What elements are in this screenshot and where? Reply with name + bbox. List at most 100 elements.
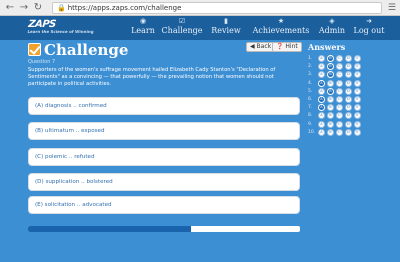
answer-choice-dot[interactable]: D <box>345 128 352 136</box>
answer-choice-dot[interactable]: D <box>345 63 352 71</box>
answer-choice-dot[interactable]: C <box>336 128 343 136</box>
address-bar[interactable]: 🔒 https://apps.zaps.com/challenge <box>52 2 382 14</box>
star-icon: ★ <box>277 17 285 25</box>
answer-choice-dot[interactable]: D <box>345 71 352 79</box>
book-icon: ▮ <box>224 17 228 25</box>
answer-choice-dot[interactable]: B <box>327 120 334 128</box>
answer-choice-dot[interactable]: A <box>318 104 325 112</box>
answer-choice-dot[interactable]: B <box>327 104 334 112</box>
answer-choice-dot[interactable]: E <box>354 112 361 120</box>
answer-choice-dot[interactable]: A <box>318 71 325 79</box>
browser-toolbar: ← → ↻ 🔒 https://apps.zaps.com/challenge ☰ <box>0 0 400 16</box>
answer-choice-dot[interactable]: E <box>354 55 361 62</box>
nav-review-label: Review <box>211 26 241 35</box>
nav-achievements-label: Achievements <box>252 26 310 35</box>
answer-choice-dot[interactable]: C <box>336 79 343 87</box>
answer-choice-dot[interactable]: D <box>345 96 352 103</box>
answer-choice-dot[interactable]: C <box>336 120 343 128</box>
answer-choice-dot[interactable]: B <box>327 55 334 62</box>
hint-button-label: Hint <box>285 43 298 50</box>
answer-choice-dot[interactable]: A <box>318 55 325 62</box>
answer-option-c[interactable]: (C) polemic .. refuted <box>28 148 300 166</box>
answer-choice-dot[interactable]: D <box>345 120 352 128</box>
answer-choice-dot[interactable]: A <box>318 96 325 103</box>
answer-choice-dot[interactable]: C <box>336 112 343 120</box>
answer-row-number: 2. <box>308 64 313 70</box>
hint-icon: ❓ <box>276 43 284 50</box>
answer-choice-dot[interactable]: B <box>327 79 334 87</box>
progress-fill <box>28 226 192 232</box>
answer-choice-dot[interactable]: D <box>345 55 352 62</box>
answer-choice-dot[interactable]: C <box>336 55 343 62</box>
answer-choice-dot[interactable]: C <box>336 63 343 71</box>
answer-choice-dot[interactable]: E <box>354 96 361 103</box>
menu-icon[interactable]: ☰ <box>388 3 396 13</box>
question-number: Question 7 <box>28 59 56 65</box>
answer-choice-dot[interactable]: A <box>318 120 325 128</box>
answer-option-d[interactable]: (D) supplication .. bolstered <box>28 173 300 191</box>
answer-choice-dot[interactable]: D <box>345 79 352 87</box>
reload-icon[interactable]: ↻ <box>32 2 44 14</box>
page-title: Challenge <box>28 41 128 59</box>
answer-choice-dot[interactable]: E <box>354 63 361 71</box>
nav-challenge-label: Challenge <box>161 26 203 35</box>
answers-title: Answers <box>308 42 346 52</box>
nav-logout-label: Log out <box>353 26 385 35</box>
hint-button[interactable]: ❓ Hint <box>272 42 302 52</box>
logo-tagline: Learn the Science of Winning <box>27 29 94 34</box>
answer-choice-dot[interactable]: E <box>354 120 361 128</box>
answer-row-number: 7. <box>308 105 313 111</box>
answer-row-number: 10. <box>308 129 316 135</box>
checkbox-icon <box>28 43 41 56</box>
answer-choice-dot[interactable]: D <box>345 87 352 95</box>
back-icon: ◀ <box>250 43 255 50</box>
nav-admin[interactable]: ◈ Admin <box>318 16 346 40</box>
lock-icon: 🔒 <box>57 4 66 12</box>
answer-choice-dot[interactable]: B <box>327 112 334 120</box>
address-bar-url: https://apps.zaps.com/challenge <box>67 4 182 12</box>
answer-choice-dot[interactable]: C <box>336 96 343 103</box>
answer-choice-dot[interactable]: E <box>354 79 361 87</box>
answer-choice-dot[interactable]: C <box>336 104 343 112</box>
answer-choice-dot[interactable]: A <box>318 87 325 95</box>
answer-choice-dot[interactable]: E <box>354 104 361 112</box>
nav-logout[interactable]: ➜ Log out <box>352 16 386 40</box>
answer-option-a[interactable]: (A) diagnosis .. confirmed <box>28 97 300 115</box>
answer-choice-dot[interactable]: A <box>318 79 325 87</box>
answer-choice-dot[interactable]: D <box>345 104 352 112</box>
nav-review[interactable]: ▮ Review <box>210 16 242 40</box>
answer-row-number: 6. <box>308 97 313 102</box>
answer-choice-dot[interactable]: B <box>327 63 334 71</box>
nav-challenge[interactable]: ☑ Challenge <box>161 16 203 40</box>
answer-choice-dot[interactable]: D <box>345 112 352 120</box>
answer-choice-dot[interactable]: E <box>354 87 361 95</box>
answer-choice-dot[interactable]: A <box>318 128 325 136</box>
answer-choice-dot[interactable]: B <box>327 128 334 136</box>
answer-choice-dot[interactable]: B <box>327 71 334 79</box>
logout-icon: ➜ <box>366 17 372 25</box>
answer-choice-dot[interactable]: A <box>318 63 325 71</box>
answer-choice-dot[interactable]: C <box>336 87 343 95</box>
answer-choice-dot[interactable]: A <box>318 112 325 120</box>
back-button[interactable]: ◀ Back <box>246 42 276 52</box>
answer-choice-dot[interactable]: E <box>354 128 361 136</box>
answer-choice-dot[interactable]: B <box>327 96 334 103</box>
answer-choice-dot[interactable]: C <box>336 71 343 79</box>
zaps-logo[interactable]: ZAPS Learn the Science of Winning <box>27 19 95 34</box>
answer-choice-dot[interactable]: E <box>354 71 361 79</box>
forward-arrow-icon[interactable]: → <box>18 2 30 14</box>
answer-option-b[interactable]: (B) ultimatum .. exposed <box>28 122 300 140</box>
app-header: ZAPS Learn the Science of Winning ◉ Lear… <box>0 16 400 40</box>
nav-admin-label: Admin <box>318 26 346 35</box>
checkbox-icon: ☑ <box>178 17 186 25</box>
answer-row-number: 5. <box>308 88 313 94</box>
answer-row-number: 1. <box>308 56 313 61</box>
nav-learn-label: Learn <box>131 26 155 35</box>
answer-option-e[interactable]: (E) solicitation .. advocated <box>28 196 300 214</box>
page-title-text: Challenge <box>44 41 129 59</box>
answer-row-number: 8. <box>308 113 313 119</box>
answer-choice-dot[interactable]: B <box>327 87 334 95</box>
back-arrow-icon[interactable]: ← <box>4 2 16 14</box>
nav-learn[interactable]: ◉ Learn <box>130 16 156 40</box>
nav-achievements[interactable]: ★ Achievements <box>249 16 313 40</box>
